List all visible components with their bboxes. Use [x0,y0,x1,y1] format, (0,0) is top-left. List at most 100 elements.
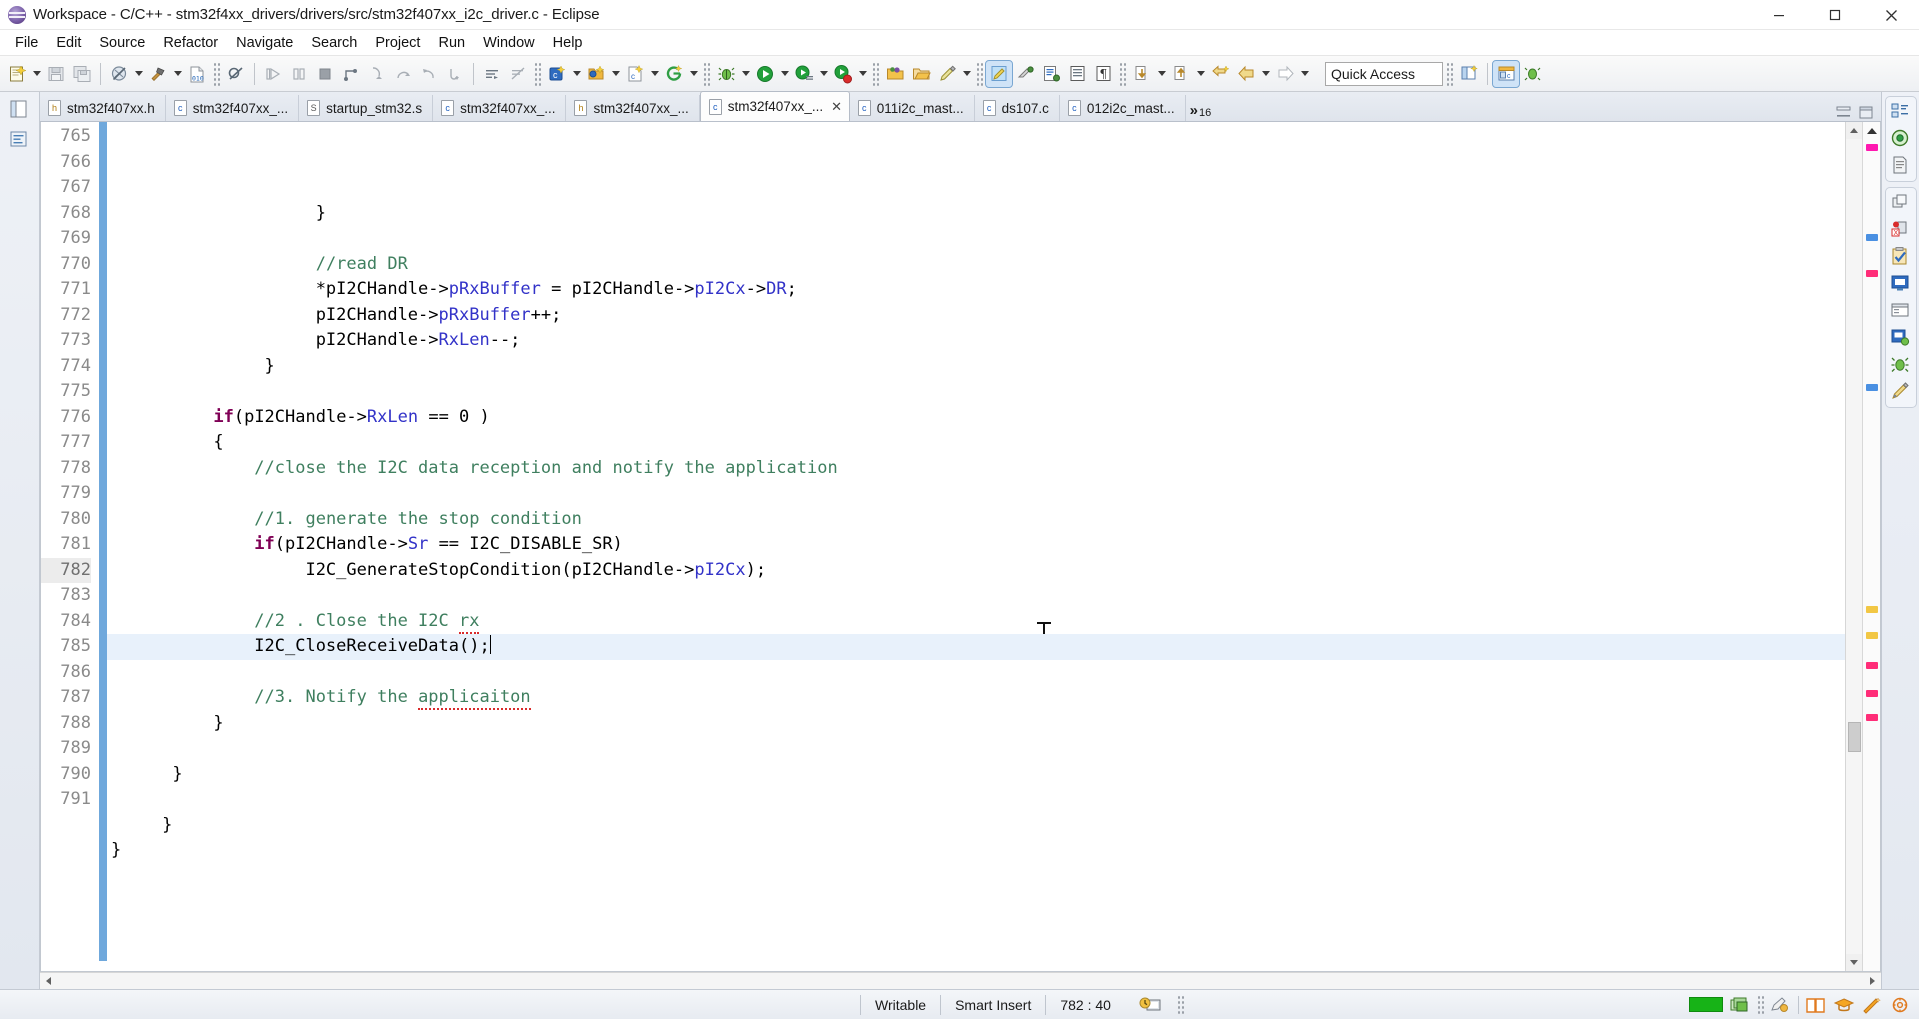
save-all-icon[interactable] [69,61,95,87]
debug-icon[interactable] [713,61,739,87]
git-repository-icon[interactable] [661,61,687,87]
disconnect-icon[interactable] [338,61,364,87]
menu-refactor[interactable]: Refactor [154,32,227,54]
new-c-class-dropdown[interactable] [609,61,622,87]
menu-navigate[interactable]: Navigate [227,32,302,54]
heap-status-bar[interactable] [1689,997,1723,1012]
show-source-quick-icon[interactable] [1038,61,1064,87]
marker-dropdown[interactable] [960,61,973,87]
code-line[interactable]: //close the I2C data reception and notif… [107,456,1845,482]
next-annotation-icon[interactable] [1129,61,1155,87]
profile-dropdown[interactable] [856,61,869,87]
drop-to-frame-icon[interactable] [442,61,468,87]
quick-access-input[interactable]: Quick Access [1325,61,1443,86]
ruler-marker[interactable] [1866,606,1878,613]
code-line[interactable]: } [107,838,1845,864]
minimize-editor-icon[interactable] [1836,106,1851,119]
run-dropdown[interactable] [778,61,791,87]
build-hammer-icon[interactable] [145,61,171,87]
tasks-view-icon[interactable] [1890,246,1912,268]
scroll-right-arrow[interactable] [1864,973,1881,990]
build-all-icon[interactable] [106,61,132,87]
run-icon[interactable] [752,61,778,87]
code-line[interactable] [107,379,1845,405]
terminate-icon[interactable] [312,61,338,87]
code-line[interactable] [107,787,1845,813]
tab-overflow-button[interactable]: » 16 [1186,102,1218,121]
next-annotation-dropdown[interactable] [1155,61,1168,87]
source-code-text[interactable]: } //read DR *pI2CHandle->pRxBuffer = pI2… [107,122,1845,971]
outline-view-icon[interactable] [1890,101,1912,123]
new-c-project-icon[interactable]: c [544,61,570,87]
code-line[interactable] [107,660,1845,686]
document-view-icon[interactable] [1890,155,1912,177]
editor-tab-011i2c-master[interactable]: 011i2c_mast... [850,95,975,121]
code-line[interactable] [107,864,1845,890]
editor-tab-5[interactable]: stm32f407xx_... [566,95,700,121]
code-line[interactable]: } [107,813,1845,839]
ruler-marker[interactable] [1866,690,1878,697]
code-line[interactable] [107,583,1845,609]
editor-tab-012i2c-master[interactable]: 012i2c_mast... [1060,95,1186,121]
tab-close-icon[interactable]: ✕ [831,99,842,115]
menu-edit[interactable]: Edit [47,32,90,54]
scrollbar-thumb[interactable] [1848,722,1861,752]
open-perspective-icon[interactable] [1456,61,1482,87]
new-source-file-dropdown[interactable] [648,61,661,87]
menu-run[interactable]: Run [429,32,474,54]
minimize-button[interactable] [1751,0,1807,30]
new-c-class-icon[interactable] [583,61,609,87]
outline-rail-icon[interactable] [8,128,32,152]
book-icon[interactable] [1805,996,1827,1014]
toggle-block-selection-icon[interactable] [1012,61,1038,87]
menu-search[interactable]: Search [302,32,366,54]
code-line[interactable]: I2C_GenerateStopCondition(pI2CHandle->pI… [107,558,1845,584]
scroll-down-arrow[interactable] [1846,954,1862,971]
binary-010-icon[interactable]: 010 [184,61,210,87]
editor-tab-startup-stm32-s[interactable]: startup_stm32.s [299,95,434,121]
ruler-marker[interactable] [1866,234,1878,241]
run-last-tool-icon[interactable] [791,61,817,87]
editor-tab-stm32f407xx-h[interactable]: stm32f407xx.h [40,95,166,121]
console-view-icon[interactable] [1890,273,1912,295]
code-line[interactable]: { [107,430,1845,456]
code-line[interactable]: *pI2CHandle->pRxBuffer = pI2CHandle->pI2… [107,277,1845,303]
code-line[interactable]: //read DR [107,252,1845,278]
settings-gear-icon[interactable] [1889,996,1911,1014]
debug-dropdown[interactable] [739,61,752,87]
properties-view-icon[interactable] [1890,300,1912,322]
debug-view-icon[interactable] [1890,354,1912,376]
code-line[interactable]: } [107,711,1845,737]
forward-icon[interactable] [1272,61,1298,87]
last-edit-location-icon[interactable] [1207,61,1233,87]
toggle-mark-occurrences-icon[interactable] [985,59,1013,88]
ruler-marker[interactable] [1866,270,1878,277]
unsaved-changes-icon[interactable] [1125,995,1177,1015]
code-line[interactable]: //3. Notify the applicaiton [107,685,1845,711]
code-line[interactable]: if(pI2CHandle->RxLen == 0 ) [107,405,1845,431]
code-line[interactable] [107,736,1845,762]
code-line[interactable]: //1. generate the stop condition [107,507,1845,533]
profile-icon[interactable] [830,61,856,87]
editor-tab-active-i2c-driver[interactable]: stm32f407xx_... ✕ [699,91,850,121]
project-explorer-icon[interactable] [8,98,32,122]
menu-window[interactable]: Window [474,32,544,54]
collapse-ruler-icon[interactable] [1863,122,1880,140]
new-c-project-dropdown[interactable] [570,61,583,87]
restore-view-icon[interactable] [1890,192,1912,214]
maximize-button[interactable] [1807,0,1863,30]
ruler-marker[interactable] [1866,632,1878,639]
editor-tab-4[interactable]: stm32f407xx_... [433,95,567,121]
marker-icon[interactable] [934,61,960,87]
use-step-filters-icon[interactable] [505,61,531,87]
maximize-editor-icon[interactable] [1859,106,1873,119]
open-resource-icon[interactable] [882,61,908,87]
new-source-file-icon[interactable]: c [622,61,648,87]
code-line[interactable] [107,226,1845,252]
step-over-icon[interactable] [390,61,416,87]
previous-annotation-icon[interactable] [1168,61,1194,87]
perspective-cpp-icon[interactable]: c [1492,59,1520,88]
previous-annotation-dropdown[interactable] [1194,61,1207,87]
code-editor[interactable]: 765 766 767 768 769 770 771 772 773 774 775 776 777 7… [40,122,1881,972]
editor-tab-2[interactable]: stm32f407xx_... [166,95,300,121]
